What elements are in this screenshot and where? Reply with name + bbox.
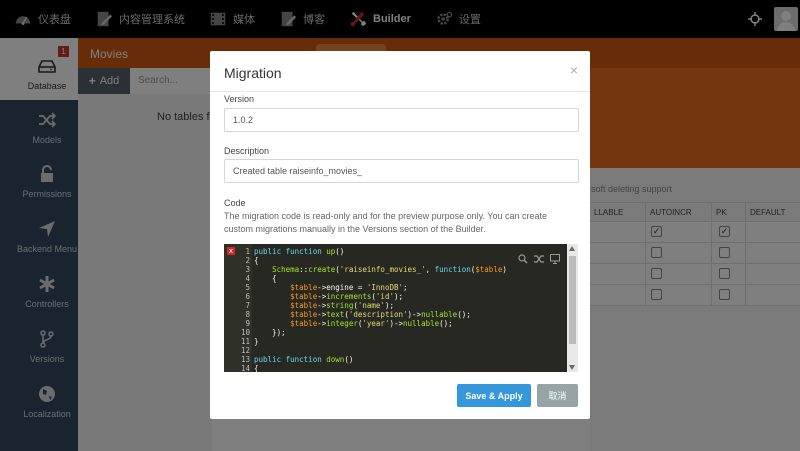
close-icon[interactable]: × bbox=[570, 62, 578, 78]
code-line: $table->increments('id'); bbox=[290, 292, 404, 301]
code-line: $table->integer('year')->nullable(); bbox=[290, 319, 453, 328]
code-line: Schema::create('raiseinfo_movies_', func… bbox=[272, 265, 507, 274]
code-line: $table->text('description')->nullable(); bbox=[290, 310, 471, 319]
version-field[interactable]: 1.0.2 bbox=[224, 108, 579, 132]
code-line: $table->engine = 'InnoDB'; bbox=[290, 283, 408, 292]
cancel-button[interactable]: 取消 bbox=[537, 384, 578, 407]
shuffle-icon[interactable] bbox=[534, 254, 544, 264]
desktop-icon[interactable] bbox=[550, 254, 560, 264]
code-editor[interactable]: x 1 2 3 4 5 6 7 8 9 10 11 12 13 14 publi… bbox=[224, 244, 578, 372]
version-label: Version bbox=[224, 94, 255, 104]
scroll-down-icon[interactable] bbox=[569, 365, 575, 370]
code-line: { bbox=[254, 364, 259, 372]
code-line: }); bbox=[254, 328, 286, 337]
migration-dialog: Migration × Version 1.0.2 Description Cr… bbox=[210, 51, 590, 419]
search-icon[interactable] bbox=[518, 254, 528, 264]
code-line: $table->string('name'); bbox=[290, 301, 394, 310]
code-line: public function down() bbox=[254, 355, 354, 364]
code-line: { bbox=[254, 256, 259, 265]
editor-toolbar bbox=[518, 254, 560, 264]
editor-scrollbar[interactable] bbox=[567, 244, 578, 372]
dialog-title: Migration bbox=[224, 65, 282, 81]
save-apply-button[interactable]: Save & Apply bbox=[457, 384, 531, 407]
description-field[interactable]: Created table raiseinfo_movies_ bbox=[224, 159, 579, 183]
code-line: { bbox=[254, 274, 277, 283]
code-line: } bbox=[254, 337, 259, 346]
scrollbar-thumb[interactable] bbox=[569, 256, 576, 344]
code-line: public function up() bbox=[254, 247, 345, 256]
scroll-up-icon[interactable] bbox=[569, 246, 575, 251]
code-help-text: The migration code is read-only and for … bbox=[224, 211, 548, 234]
code-label: Code bbox=[224, 198, 246, 208]
description-label: Description bbox=[224, 146, 270, 156]
dialog-divider bbox=[210, 91, 590, 92]
